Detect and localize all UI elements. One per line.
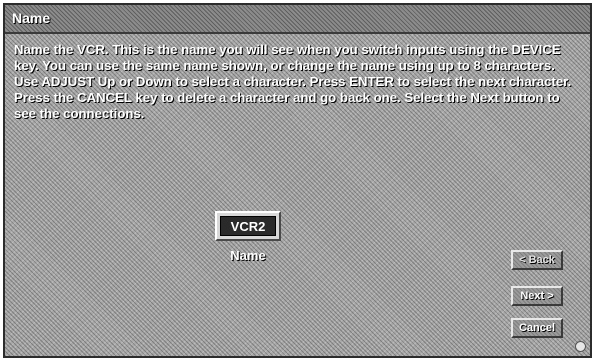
name-input-frame[interactable]: VCR2 xyxy=(215,211,281,241)
next-button[interactable]: Next > xyxy=(511,286,563,306)
cancel-button[interactable]: Cancel xyxy=(511,318,563,338)
window-title: Name xyxy=(12,10,51,26)
instructions-text: Name the VCR. This is the name you will … xyxy=(14,42,572,121)
back-button[interactable]: < Back xyxy=(511,250,563,270)
name-dialog: Name Name the VCR. This is the name you … xyxy=(3,3,592,358)
name-label: Name xyxy=(230,248,266,263)
title-bar: Name xyxy=(5,5,590,34)
name-input[interactable]: VCR2 xyxy=(220,216,276,236)
circle-icon xyxy=(575,341,586,352)
